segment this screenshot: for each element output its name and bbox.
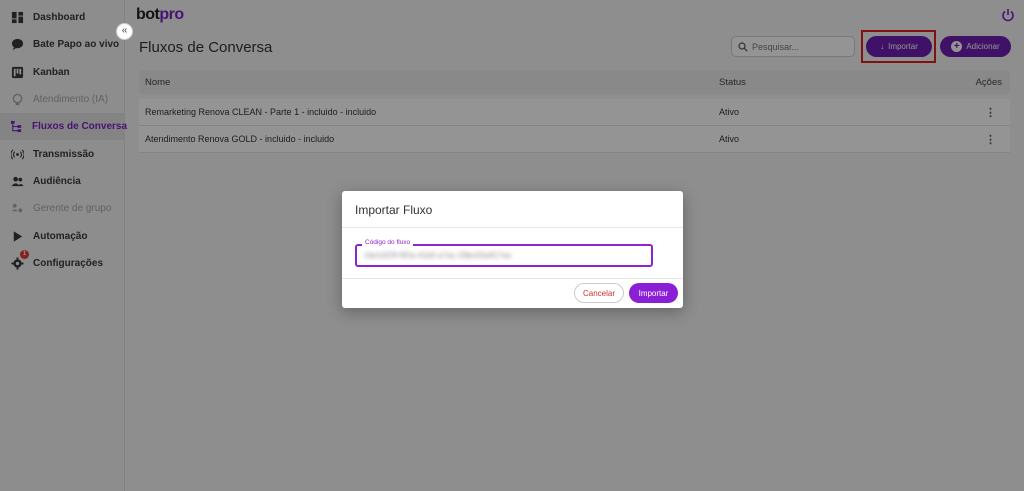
dialog-title: Importar Fluxo	[355, 203, 433, 217]
flow-code-label: Código do fluxo	[362, 239, 414, 246]
import-flow-dialog: Importar Fluxo Código do fluxo c6e1d23f-…	[342, 191, 683, 308]
divider	[342, 227, 683, 228]
double-chevron-left-icon[interactable]: «	[116, 23, 133, 40]
flow-code-input[interactable]: c6e1d23f-9f2a-41b5-a7ac-29bc55e817ee	[364, 251, 511, 260]
flow-code-field[interactable]: Código do fluxo c6e1d23f-9f2a-41b5-a7ac-…	[355, 239, 653, 267]
divider	[342, 278, 683, 279]
confirm-import-button[interactable]: Importar	[629, 283, 678, 303]
cancel-button[interactable]: Cancelar	[574, 283, 624, 303]
